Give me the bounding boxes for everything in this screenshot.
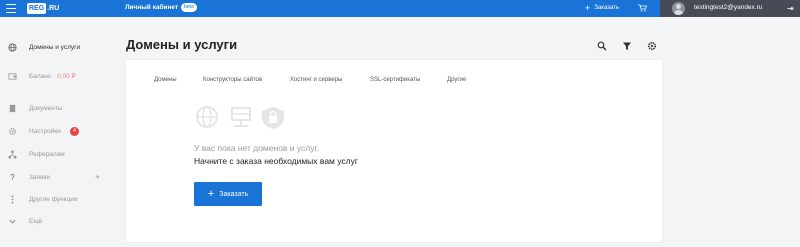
sidebar-item-label: Домены и услуги: [29, 43, 81, 51]
server-icon: [231, 107, 251, 127]
shield-lock-icon: [262, 107, 284, 129]
sidebar-item-balance[interactable]: Баланс 0,00 ₽: [0, 69, 112, 83]
sidebar-item-more[interactable]: Ещё: [0, 214, 112, 228]
menu-icon[interactable]: [6, 4, 16, 13]
chevron-down-icon: [9, 219, 16, 224]
services-card: Домены Конструкторы сайтов Хостинг и сер…: [126, 60, 662, 242]
tab-site-builders[interactable]: Конструкторы сайтов: [203, 77, 262, 83]
sidebar-item-label: Ещё: [29, 217, 43, 225]
plus-icon: +: [585, 3, 591, 13]
service-tabs: Домены Конструкторы сайтов Хостинг и сер…: [126, 77, 662, 87]
user-panel[interactable]: testingtest2@yandex.ru ⇥: [660, 0, 800, 17]
document-icon: [9, 104, 16, 112]
tab-hosting[interactable]: Хостинг и серверы: [290, 77, 342, 83]
logo-suffix: .RU: [47, 5, 60, 12]
empty-state-icons: [196, 106, 284, 129]
sidebar-item-label: Настройки: [29, 127, 61, 135]
header-order-label: Заказать: [594, 5, 620, 11]
page-title: Домены и услуги: [126, 37, 238, 52]
sidebar-item-settings[interactable]: Настройки 4: [0, 124, 112, 138]
user-email[interactable]: testingtest2@yandex.ru: [694, 4, 762, 11]
globe-icon: [8, 42, 17, 52]
sidebar: Домены и услуги Баланс 0,00 ₽ Документы Н…: [0, 17, 112, 247]
logout-icon[interactable]: ⇥: [787, 4, 794, 13]
beta-badge: beta: [181, 3, 197, 12]
cabinet-title: Личный кабинет: [125, 4, 179, 11]
search-icon[interactable]: [597, 41, 607, 51]
sidebar-item-other[interactable]: Другие функции: [0, 192, 112, 206]
tab-ssl[interactable]: SSL-сертификаты: [370, 77, 420, 83]
add-request-icon[interactable]: +: [95, 172, 100, 182]
logo-main: REG: [27, 3, 47, 14]
logo[interactable]: REG .RU: [27, 2, 59, 15]
globe-icon: [196, 106, 218, 128]
referral-icon: [8, 149, 17, 159]
sidebar-item-label: Рефералам: [29, 150, 65, 158]
gear-icon: [9, 127, 16, 135]
tab-other[interactable]: Другие: [447, 77, 466, 83]
notification-badge: 4: [70, 126, 79, 136]
order-button[interactable]: + Заказать: [194, 182, 262, 206]
plus-icon: +: [207, 188, 215, 200]
sidebar-item-label: Другие функции: [29, 195, 78, 203]
wallet-icon: [8, 72, 17, 80]
filter-icon[interactable]: [622, 41, 632, 51]
question-icon: ?: [10, 172, 15, 182]
sidebar-item-referral[interactable]: Рефералам: [0, 147, 112, 161]
more-icon: [11, 194, 14, 204]
empty-state-subtitle: Начните с заказа необходимых вам услуг: [194, 156, 358, 166]
order-button-label: Заказать: [219, 190, 249, 198]
header-order-button[interactable]: + Заказать: [585, 3, 620, 13]
tab-domains[interactable]: Домены: [154, 77, 177, 83]
balance-value: 0,00 ₽: [57, 73, 76, 80]
avatar[interactable]: [672, 2, 685, 15]
gear-icon[interactable]: [647, 41, 657, 51]
sidebar-item-label: Заявки: [29, 173, 50, 181]
sidebar-item-requests[interactable]: ? Заявки +: [0, 170, 112, 184]
empty-state-title: У вас пока нет доменов и услуг.: [194, 143, 319, 153]
sidebar-item-label: Документы: [29, 104, 63, 112]
top-bar: REG .RU Личный кабинет beta + Заказать t…: [0, 0, 800, 17]
cart-icon[interactable]: [638, 4, 647, 12]
sidebar-item-documents[interactable]: Документы: [0, 101, 112, 115]
sidebar-item-label: Баланс 0,00 ₽: [29, 73, 76, 80]
sidebar-item-domains[interactable]: Домены и услуги: [0, 40, 112, 54]
